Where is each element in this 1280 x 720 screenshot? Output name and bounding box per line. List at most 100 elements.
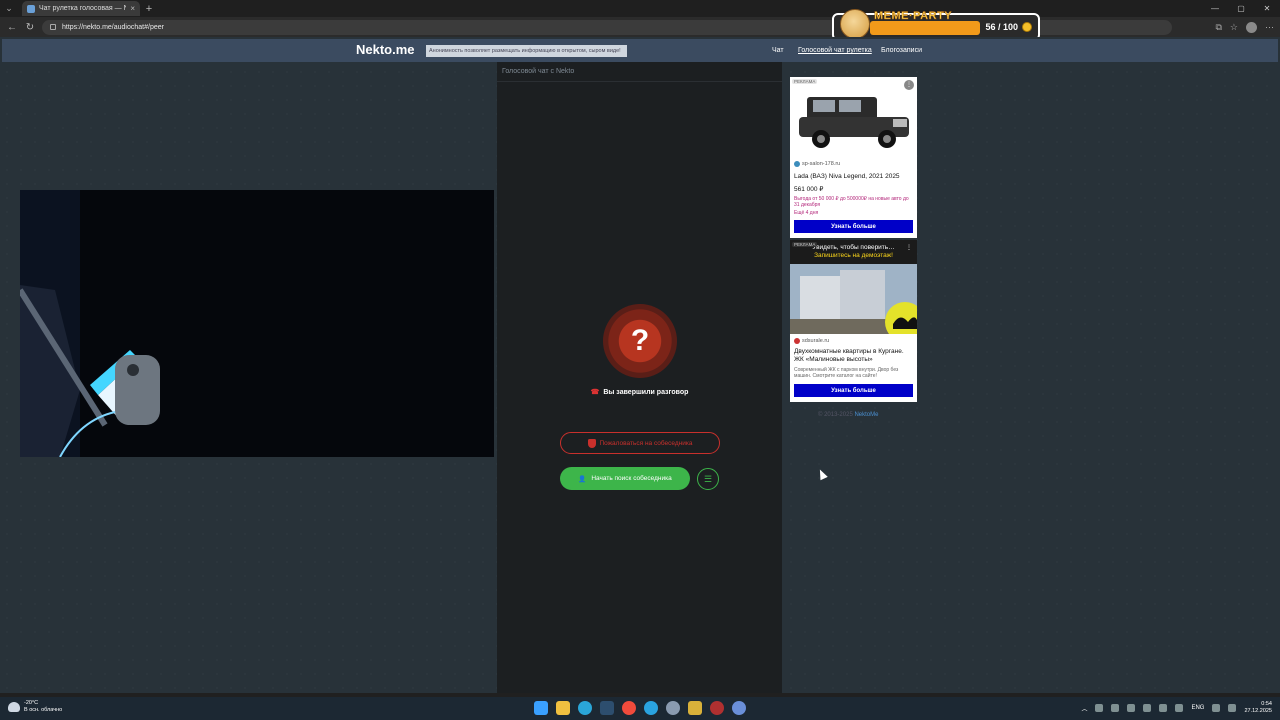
- ad-learn-more-button[interactable]: Узнать больше: [794, 220, 913, 233]
- volume-icon[interactable]: [1228, 704, 1237, 712]
- ad-options-icon[interactable]: ⋮: [904, 80, 914, 90]
- weather-widget[interactable]: -20°C В осн. облачно: [8, 700, 62, 714]
- ad-title[interactable]: Lada (ВАЗ) Niva Legend, 2021 2025: [794, 173, 914, 181]
- meme-progress-bar: [870, 21, 980, 35]
- ad-promo: Выгода от 50 000 ₽ до 500000₽ на новые а…: [794, 196, 909, 208]
- ad-source: sp-salon-178.ru: [794, 161, 840, 167]
- tray-app-icon[interactable]: [1127, 704, 1136, 712]
- site-notice: Анонимность позволяет размещать информац…: [426, 45, 627, 57]
- meme-party-label: MEME·PARTY: [874, 10, 953, 22]
- tray-app-icon[interactable]: [1175, 704, 1184, 712]
- building-image: [790, 264, 917, 334]
- page-content: Nekto.me Анонимность позволяет размещать…: [0, 37, 1280, 693]
- ad-label: РЕКЛАМА: [792, 79, 818, 84]
- complain-button[interactable]: Пожаловаться на собеседника: [560, 432, 720, 454]
- clock-time: 0:54: [1261, 701, 1272, 707]
- back-arrow-icon[interactable]: ←: [6, 22, 18, 33]
- start-search-button[interactable]: 👤 Начать поиск собеседника: [560, 467, 690, 490]
- profile-avatar[interactable]: [1246, 21, 1257, 33]
- car-image: [799, 97, 909, 148]
- windows-taskbar: -20°C В осн. облачно ︿ ENG 0:54 27.12.2025: [0, 697, 1280, 720]
- favorites-star-icon[interactable]: ☆: [1230, 22, 1238, 33]
- search-settings-button[interactable]: ☰: [697, 468, 719, 490]
- ad-promo-deadline: Ещё 4 дня: [794, 210, 819, 216]
- tray-app-icon[interactable]: [1111, 704, 1120, 712]
- app-icon-10[interactable]: [732, 701, 746, 715]
- tray-app-icon[interactable]: [1159, 704, 1168, 712]
- ad-headline-2: Запишитесь на демоэтаж!: [814, 252, 893, 259]
- file-explorer-icon[interactable]: [556, 701, 570, 715]
- ad-source: sdsurale.ru: [794, 338, 829, 344]
- steam-icon[interactable]: [600, 701, 614, 715]
- window-controls: — ▢ ✕: [1202, 0, 1280, 17]
- tray-app-icon[interactable]: [1095, 704, 1104, 712]
- maximize-button[interactable]: ▢: [1228, 0, 1254, 17]
- voice-chat-panel: Голосовой чат с Nekto ? ☎ Вы завершили ра…: [497, 62, 782, 693]
- minimize-button[interactable]: —: [1202, 0, 1228, 17]
- obs-icon[interactable]: [710, 701, 724, 715]
- coin-icon: [1022, 22, 1032, 32]
- browser-toolbar-right: ⧉ ☆ ⋯: [1215, 21, 1274, 33]
- new-tab-button[interactable]: +: [140, 3, 158, 15]
- footer-link[interactable]: NektoMe: [854, 412, 878, 418]
- site-favicon-icon: [27, 4, 35, 13]
- ad-price: 561 000 ₽: [794, 186, 824, 193]
- unknown-peer-status: ?: [603, 304, 677, 378]
- taskbar-clock[interactable]: 0:54 27.12.2025: [1244, 701, 1272, 715]
- meme-counter: 56 / 100: [985, 22, 1032, 32]
- edge-browser-icon[interactable]: [578, 701, 592, 715]
- ad-options-icon[interactable]: ⋮: [904, 243, 914, 253]
- ad-source-text: sdsurale.ru: [802, 338, 830, 344]
- footer-copyright: © 2013-2025 NektoMe: [818, 412, 878, 418]
- app-icon-8[interactable]: [688, 701, 702, 715]
- hangup-phone-icon: ☎: [590, 389, 600, 396]
- browser-tab-bar: ⌄ Чат рулетка голосовая — Nekto × + — ▢ …: [0, 0, 1280, 17]
- cloud-icon: [8, 702, 20, 712]
- browser-menu-icon[interactable]: ⋯: [1265, 22, 1274, 33]
- address-bar-row: ← ↻ https://nekto.me/audiochat#/peer ⧉ ☆…: [0, 17, 1280, 37]
- network-icon[interactable]: [1212, 704, 1221, 712]
- nav-blog[interactable]: Блогозаписи: [881, 47, 922, 54]
- nav-chat[interactable]: Чат: [772, 47, 784, 54]
- tab-close-icon[interactable]: ×: [130, 4, 135, 13]
- telegram-icon[interactable]: [644, 701, 658, 715]
- meme-count-text: 56 / 100: [985, 22, 1018, 32]
- ad-source-text: sp-salon-178.ru: [802, 161, 841, 167]
- user-search-icon: 👤: [578, 475, 587, 483]
- url-text: https://nekto.me/audiochat#/peer: [62, 23, 164, 31]
- call-ended-text: Вы завершили разговор: [603, 389, 689, 396]
- tab-list-chevron-icon[interactable]: ⌄: [0, 0, 18, 17]
- tray-app-icon[interactable]: [1143, 704, 1152, 712]
- yandex-browser-icon[interactable]: [622, 701, 636, 715]
- reload-icon[interactable]: ↻: [24, 22, 36, 33]
- ad-learn-more-button[interactable]: Узнать больше: [794, 384, 913, 397]
- mouse-cursor: [816, 467, 828, 481]
- ad-source-icon: [794, 161, 800, 167]
- start-windows-icon[interactable]: [534, 701, 548, 715]
- ad-block-car[interactable]: РЕКЛАМА ⋮ sp-salon-178.ru Lada (ВАЗ) Niv…: [790, 77, 917, 238]
- extensions-icon[interactable]: ⧉: [1215, 22, 1221, 33]
- nav-voice-roulette[interactable]: Голосовой чат рулетка: [798, 47, 872, 54]
- doge-icon: [840, 9, 870, 39]
- shield-icon: [587, 438, 596, 448]
- site-info-icon[interactable]: [50, 24, 56, 30]
- webcam-video: [20, 190, 494, 457]
- copyright-text: © 2013-2025: [818, 412, 853, 418]
- close-window-button[interactable]: ✕: [1254, 0, 1280, 17]
- chat-panel-header: Голосовой чат с Nekto: [497, 62, 782, 82]
- ad-source-icon: [794, 338, 800, 344]
- weather-desc: В осн. облачно: [24, 707, 63, 713]
- ad-label: РЕКЛАМА: [792, 242, 818, 247]
- browser-tab[interactable]: Чат рулетка голосовая — Nekto ×: [22, 1, 140, 16]
- call-ended-message: ☎ Вы завершили разговор: [497, 388, 782, 396]
- taskbar-apps: [534, 701, 746, 715]
- ad-block-apartments[interactable]: Увидеть, чтобы поверить… Запишитесь на д…: [790, 240, 917, 402]
- weather-text: -20°C В осн. облачно: [24, 700, 62, 714]
- ad-title[interactable]: Двухкомнатные квартиры в Кургане. ЖК «Ма…: [794, 348, 914, 364]
- site-logo[interactable]: Nekto.me: [356, 42, 415, 57]
- question-mark-icon: ?: [630, 324, 650, 357]
- tray-chevron-icon[interactable]: ︿: [1081, 704, 1087, 713]
- system-tray: ︿ ENG 0:54 27.12.2025: [1081, 701, 1272, 715]
- settings-gear-icon[interactable]: [666, 701, 680, 715]
- language-indicator[interactable]: ENG: [1191, 705, 1204, 711]
